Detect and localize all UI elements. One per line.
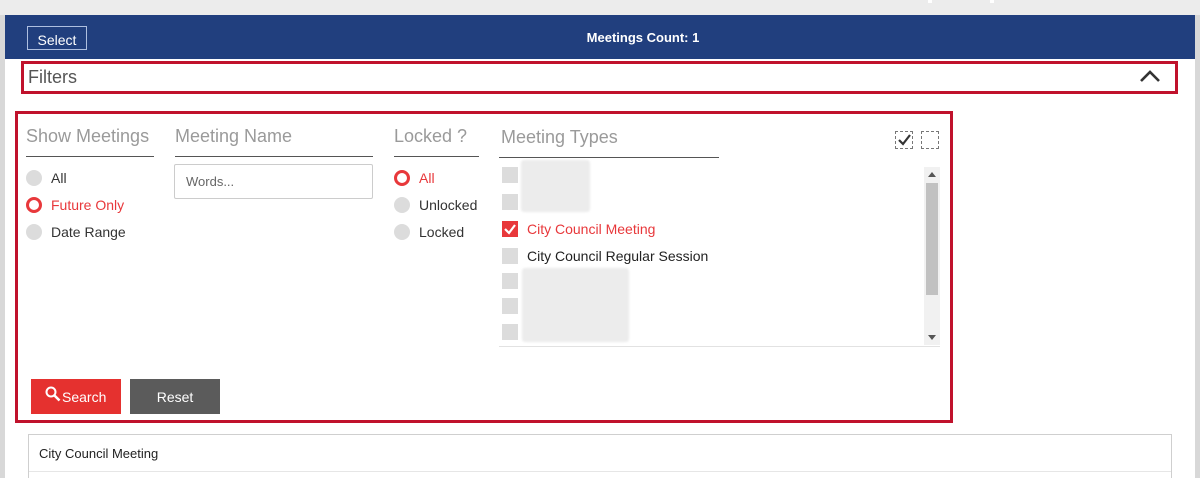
select-button[interactable]: Select: [27, 26, 87, 50]
radio-unlocked[interactable]: [394, 197, 410, 213]
column-divider: [175, 156, 373, 157]
reset-button[interactable]: Reset: [130, 379, 220, 414]
scroll-up-icon[interactable]: [928, 172, 936, 177]
meeting-name-heading: Meeting Name: [175, 126, 293, 146]
filters-title: Filters: [28, 67, 77, 87]
magnifier-icon: [45, 386, 61, 402]
search-button[interactable]: Search: [31, 379, 121, 414]
redacted-label: [522, 268, 629, 342]
radio-date-range[interactable]: [26, 224, 42, 240]
meeting-types-scrollbar[interactable]: [924, 167, 940, 345]
meeting-type-checkbox[interactable]: [502, 167, 518, 183]
meeting-types-heading: Meeting Types: [501, 127, 618, 147]
meeting-type-checkbox[interactable]: [502, 324, 518, 340]
meeting-type-checkbox[interactable]: [502, 298, 518, 314]
top-strip: [0, 0, 1200, 15]
locked-heading: Locked ?: [394, 126, 468, 146]
scroll-down-icon[interactable]: [928, 335, 936, 340]
redacted-label: [521, 160, 590, 212]
radio-future-only[interactable]: [26, 197, 42, 213]
check-all-mark: [898, 134, 911, 146]
search-button-label: Search: [62, 389, 107, 405]
check-icon: [504, 224, 516, 235]
column-divider: [499, 157, 719, 158]
radio-label-future-only: Future Only: [51, 197, 125, 213]
meeting-type-checkbox[interactable]: [502, 194, 518, 210]
results-group-title: City Council Meeting: [39, 446, 159, 461]
meetings-count: Meetings Count: 1: [586, 30, 700, 45]
uncheck-all-icon[interactable]: [921, 131, 939, 149]
meeting-type-label-city-council-meeting: City Council Meeting: [527, 221, 656, 237]
radio-all-meetings[interactable]: [26, 170, 42, 186]
meeting-type-checkbox[interactable]: [502, 273, 518, 289]
meeting-name-input[interactable]: [174, 164, 373, 199]
meeting-type-label-city-council-regular-session: City Council Regular Session: [527, 248, 709, 264]
show-meetings-heading: Show Meetings: [26, 126, 150, 146]
column-divider: [26, 156, 154, 157]
filters-bar[interactable]: [21, 61, 1178, 94]
radio-label-all-meetings: All: [51, 170, 67, 186]
meeting-type-checkbox-city-council-meeting[interactable]: [502, 221, 518, 237]
meeting-types-list-border: [499, 346, 940, 347]
radio-locked-all[interactable]: [394, 170, 410, 186]
right-gutter: [1195, 15, 1200, 478]
chevron-up-icon[interactable]: [1138, 68, 1162, 84]
column-divider: [394, 156, 479, 157]
meeting-type-checkbox-city-council-regular-session[interactable]: [502, 248, 518, 264]
radio-locked[interactable]: [394, 224, 410, 240]
results-divider: [29, 471, 1171, 472]
radio-label-locked-all: All: [419, 170, 435, 186]
top-strip-mark: [928, 0, 932, 3]
filters-panel: [15, 111, 953, 423]
radio-label-date-range: Date Range: [51, 224, 126, 240]
scrollbar-thumb[interactable]: [926, 183, 938, 295]
top-strip-mark: [990, 0, 994, 3]
radio-label-locked: Locked: [419, 224, 465, 240]
radio-label-unlocked: Unlocked: [419, 197, 478, 213]
check-all-icon[interactable]: [895, 131, 913, 149]
